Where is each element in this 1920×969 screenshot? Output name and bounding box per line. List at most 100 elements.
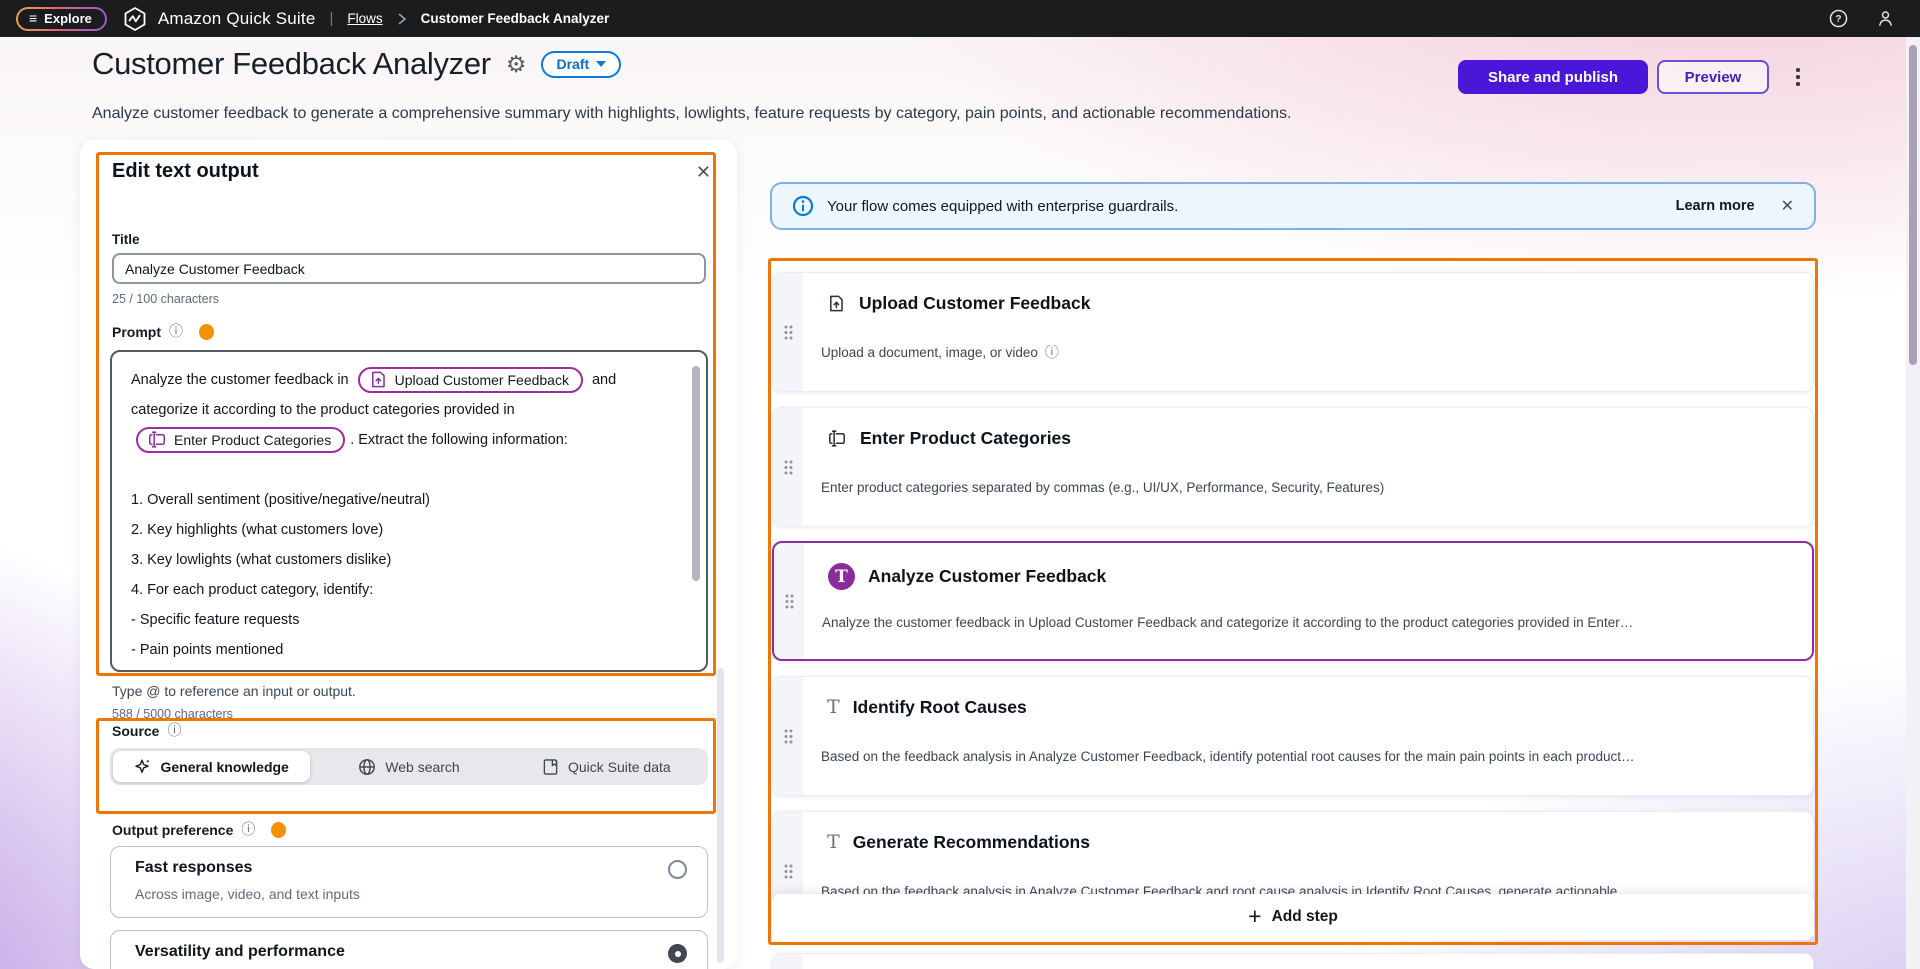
- output-option-radio[interactable]: [668, 860, 687, 879]
- page-scrollbar-thumb[interactable]: [1909, 45, 1917, 365]
- brand-name: Amazon Quick Suite: [158, 9, 316, 29]
- prompt-textarea[interactable]: Analyze the customer feedback in Upload …: [110, 350, 708, 672]
- share-and-publish-button[interactable]: Share and publish: [1458, 60, 1648, 94]
- prompt-char-count: 588 / 5000 characters: [112, 707, 233, 721]
- drag-handle[interactable]: [773, 273, 803, 391]
- prompt-text: . Extract the following information:: [350, 432, 568, 448]
- svg-text:?: ?: [1835, 14, 1841, 25]
- step-description: Analyze the customer feedback in Upload …: [822, 615, 1633, 630]
- breadcrumb-flows-link[interactable]: Flows: [347, 11, 382, 26]
- drag-handle[interactable]: [774, 543, 804, 659]
- flow-step-card[interactable]: T Analyze Customer Feedback Analyze the cu…: [772, 541, 1814, 661]
- step-title: Identify Root Causes: [853, 697, 1027, 718]
- step-description-text: Based on the feedback analysis in Analyz…: [821, 749, 1634, 764]
- step-description: Upload a document, image, or video ⓘ: [821, 345, 1059, 360]
- caret-down-icon: [596, 61, 606, 67]
- flow-description: Analyze customer feedback to generate a …: [92, 105, 1291, 123]
- quick-suite-data-icon: [542, 758, 559, 776]
- step-info-icon[interactable]: ⓘ: [1045, 346, 1059, 360]
- output-option-radio[interactable]: [668, 944, 687, 963]
- title-input[interactable]: [112, 253, 706, 284]
- output-option-title: Fast responses: [135, 859, 252, 877]
- output-preference-label-row: Output preference ⓘ: [112, 822, 286, 838]
- reference-pill-label: Enter Product Categories: [174, 432, 331, 448]
- hamburger-menu-icon: ≡: [29, 11, 37, 25]
- prompt-text: - Specific feature requests: [131, 612, 299, 628]
- prompt-text: 3. Key lowlights (what customers dislike…: [131, 552, 391, 568]
- flow-step-card[interactable]: TGenerate Executive Summary: [772, 953, 1814, 969]
- more-actions-kebab-icon[interactable]: [1789, 61, 1807, 93]
- quick-suite-logo-icon[interactable]: [122, 6, 148, 32]
- upload-file-icon: [369, 370, 388, 389]
- prompt-line: - Pain points mentioned: [131, 635, 680, 665]
- user-profile-icon[interactable]: [1875, 8, 1896, 29]
- step-title: Analyze Customer Feedback: [868, 566, 1106, 587]
- step-title-row: Enter Product Categories: [827, 428, 1071, 449]
- step-description-text: Analyze the customer feedback in Upload …: [822, 615, 1633, 630]
- drag-handle[interactable]: [773, 677, 803, 795]
- flow-step-card[interactable]: Enter Product CategoriesEnter product ca…: [772, 407, 1814, 527]
- page-scrollbar-track[interactable]: [1906, 37, 1920, 969]
- settings-gear-icon[interactable]: ⚙: [506, 53, 527, 76]
- flow-step-card[interactable]: TIdentify Root Causes Based on the feedba…: [772, 676, 1814, 796]
- explore-button[interactable]: ≡ Explore: [16, 7, 107, 31]
- preview-button[interactable]: Preview: [1657, 60, 1769, 94]
- prompt-line: 2. Key highlights (what customers love): [131, 515, 680, 545]
- prompt-line: 3. Key lowlights (what customers dislike…: [131, 545, 680, 575]
- prompt-line: [131, 455, 680, 485]
- prompt-info-icon[interactable]: ⓘ: [169, 325, 183, 339]
- output-option-card[interactable]: Fast responses Across image, video, and t…: [110, 846, 708, 918]
- drag-handle[interactable]: [773, 954, 803, 969]
- prompt-text: - Pain points mentioned: [131, 642, 283, 658]
- globe-icon: [358, 758, 376, 776]
- prompt-line: 1. Overall sentiment (positive/negative/…: [131, 485, 680, 515]
- source-tab-label: Web search: [385, 759, 459, 775]
- edit-text-output-panel: Edit text output ✕ Title 25 / 100 charac…: [80, 140, 737, 969]
- source-tab-general-knowledge[interactable]: General knowledge: [113, 751, 310, 782]
- source-tab-web-search[interactable]: Web search: [310, 751, 507, 782]
- step-title-row: TIdentify Root Causes: [827, 697, 1027, 718]
- output-option-card[interactable]: Versatility and performance: [110, 930, 708, 969]
- output-option-title: Versatility and performance: [135, 943, 345, 961]
- breadcrumb-separator: |: [329, 10, 333, 27]
- reference-pill-label: Upload Customer Feedback: [395, 372, 569, 388]
- learn-more-link[interactable]: Learn more: [1676, 198, 1755, 214]
- prompt-label-row: Prompt ⓘ: [112, 324, 214, 340]
- prompt-scrollbar-thumb[interactable]: [692, 366, 700, 581]
- text-icon: T: [827, 833, 840, 853]
- prompt-line: Enter Product Categories . Extract the fo…: [131, 425, 680, 455]
- reference-pill[interactable]: Enter Product Categories: [136, 427, 345, 453]
- prompt-text: and: [588, 372, 616, 388]
- top-navigation-bar: ≡ Explore Amazon Quick Suite | Flows Cus…: [0, 0, 1920, 37]
- input-box-icon: [827, 429, 847, 448]
- flow-step-card[interactable]: Upload Customer FeedbackUpload a documen…: [772, 272, 1814, 392]
- source-label-row: Source ⓘ: [112, 723, 181, 739]
- output-preference-info-icon[interactable]: ⓘ: [241, 823, 255, 837]
- prompt-text: 1. Overall sentiment (positive/negative/…: [131, 492, 430, 508]
- prompt-text: categorize it according to the product c…: [131, 402, 515, 418]
- output-preference-label: Output preference: [112, 822, 233, 838]
- panel-scrollbar-thumb[interactable]: [717, 668, 724, 963]
- source-info-icon[interactable]: ⓘ: [167, 724, 181, 738]
- prompt-line: categorize it according to the product c…: [131, 395, 680, 425]
- status-badge-label: Draft: [556, 56, 589, 72]
- chevron-right-icon: [397, 13, 407, 25]
- page-background: Customer Feedback Analyzer ⚙ Draft Analy…: [0, 0, 1920, 969]
- prompt-label: Prompt: [112, 324, 161, 340]
- source-tab-quick-suite-data[interactable]: Quick Suite data: [508, 751, 705, 782]
- drag-handle[interactable]: [773, 408, 803, 526]
- add-step-button[interactable]: + Add step: [772, 894, 1814, 940]
- annotation-dot-prompt: [199, 324, 214, 340]
- title-char-count: 25 / 100 characters: [112, 292, 219, 306]
- help-icon[interactable]: ?: [1828, 8, 1849, 29]
- text-output-badge-icon: T: [828, 563, 855, 590]
- step-description-text: Upload a document, image, or video: [821, 345, 1038, 360]
- reference-pill[interactable]: Upload Customer Feedback: [358, 367, 583, 393]
- banner-close-icon[interactable]: ✕: [1781, 196, 1794, 216]
- panel-close-icon[interactable]: ✕: [696, 162, 711, 183]
- source-segmented-control: General knowledge Web search Quick Suite d…: [110, 748, 708, 785]
- source-tab-label: Quick Suite data: [568, 759, 671, 775]
- output-option-subtitle: Across image, video, and text inputs: [135, 886, 360, 902]
- explore-label: Explore: [44, 11, 92, 26]
- status-badge-draft[interactable]: Draft: [541, 51, 621, 78]
